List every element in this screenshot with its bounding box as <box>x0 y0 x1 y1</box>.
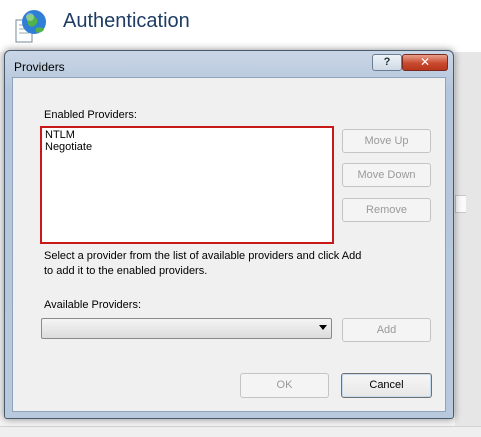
close-button[interactable]: ✕ <box>402 54 448 71</box>
dialog-title: Providers <box>14 60 65 74</box>
enabled-providers-label: Enabled Providers: <box>44 109 137 121</box>
status-bar <box>0 426 481 437</box>
providers-dialog: Providers ? ✕ Enabled Providers: NTLM Ne… <box>4 50 454 419</box>
dialog-client-area: Enabled Providers: NTLM Negotiate Move U… <box>12 77 446 412</box>
instruction-text-line2: to add it to the enabled providers. <box>44 265 208 277</box>
chevron-down-icon <box>319 325 327 330</box>
available-providers-dropdown[interactable] <box>41 318 332 339</box>
move-down-button[interactable]: Move Down <box>342 163 431 187</box>
list-item[interactable]: NTLM <box>42 129 332 141</box>
actions-pane-item <box>455 195 466 213</box>
page-header: Authentication <box>0 0 481 52</box>
move-up-button[interactable]: Move Up <box>342 129 431 153</box>
cancel-button[interactable]: Cancel <box>341 373 432 398</box>
available-providers-label: Available Providers: <box>44 299 142 311</box>
instruction-text-line1: Select a provider from the list of avail… <box>44 250 362 262</box>
help-button[interactable]: ? <box>372 54 402 71</box>
remove-button[interactable]: Remove <box>342 198 431 222</box>
authentication-globe-icon <box>15 10 46 43</box>
ok-button[interactable]: OK <box>240 373 329 398</box>
add-button[interactable]: Add <box>342 318 431 342</box>
enabled-providers-list[interactable]: NTLM Negotiate <box>40 126 334 244</box>
actions-pane <box>455 52 481 436</box>
list-item[interactable]: Negotiate <box>42 141 332 153</box>
page-title: Authentication <box>63 10 190 32</box>
